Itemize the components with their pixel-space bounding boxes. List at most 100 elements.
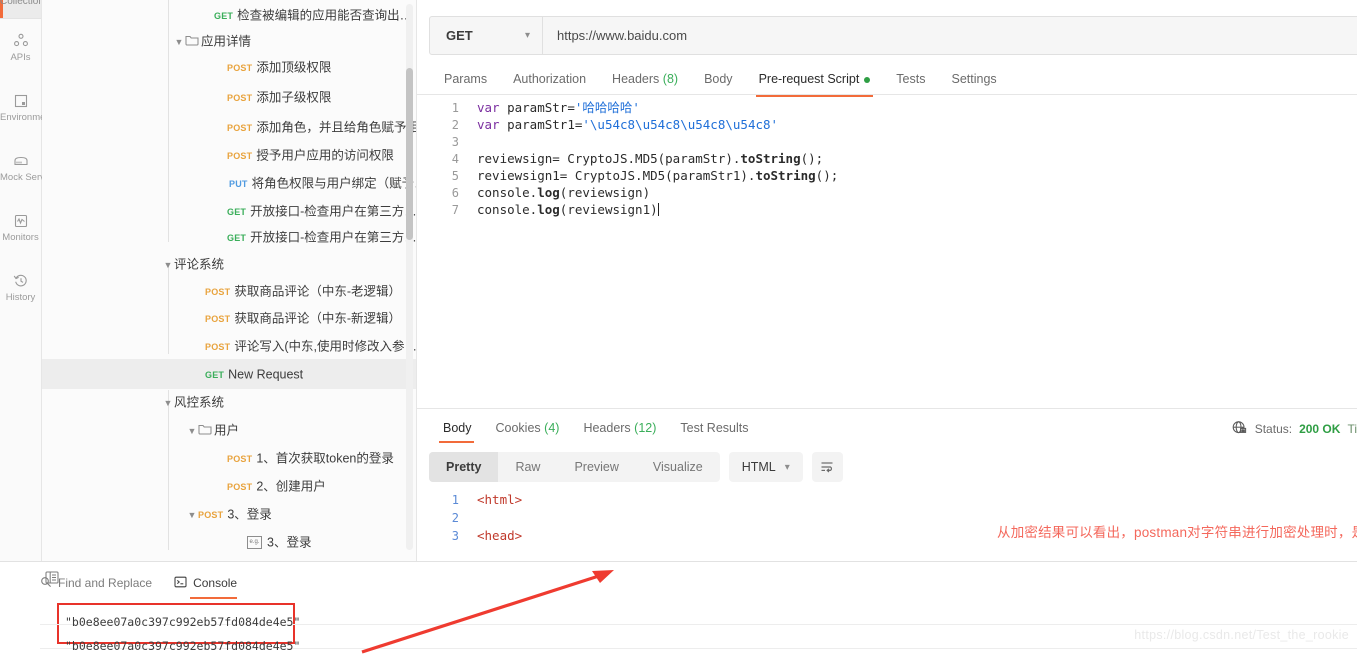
status-label: Status: — [1254, 422, 1293, 436]
tree-item-selected[interactable]: GET New Request — [42, 359, 416, 389]
tree-item[interactable]: POST 添加子级权限 — [42, 82, 416, 112]
response-tab-count: (4) — [544, 421, 560, 435]
tree-item[interactable]: POST 获取商品评论（中东-老逻辑） — [42, 276, 416, 306]
main-row: Collections APIs Environments — [0, 0, 1357, 561]
markup-token: <html> — [477, 492, 523, 507]
code-token: log — [537, 185, 560, 200]
tree-item-label: 授予用户应用的访问权限 — [256, 148, 394, 163]
request-tab-authorization[interactable]: Authorization — [500, 64, 599, 94]
response-view-raw[interactable]: Raw — [498, 452, 557, 482]
tree-item-label: 评论写入(中东,使用时修改入参… — [234, 339, 417, 354]
tree-item-label: 开放接口-检查用户在第三方… — [250, 230, 417, 245]
tree-item[interactable]: POST 授予用户应用的访问权限 — [42, 140, 416, 170]
code-token: (); — [800, 151, 824, 166]
console-line: "b0e8ee07a0c397c992eb57fd084de4e5" — [65, 639, 301, 653]
example-icon: e.g. — [247, 536, 262, 550]
response-status: Status: 200 OK Ti — [1231, 419, 1357, 439]
chevron-down-icon[interactable]: ▼ — [162, 388, 174, 417]
request-tab-label: Settings — [951, 72, 997, 86]
response-view-preview[interactable]: Preview — [557, 452, 635, 482]
code-token: console. — [477, 185, 538, 200]
sidebar-item-apis[interactable]: APIs — [0, 30, 41, 63]
request-tabs: Params Authorization Headers (8) Body Pre-re… — [429, 64, 1010, 97]
request-tab-label: Authorization — [513, 72, 587, 86]
folder-icon — [198, 416, 214, 445]
response-view-pretty[interactable]: Pretty — [429, 452, 499, 482]
tree-item[interactable]: POST 添加顶级权限 — [42, 52, 416, 82]
text-caret — [657, 203, 659, 216]
sidebar-item-monitors[interactable]: Monitors — [0, 210, 41, 243]
chevron-down-icon[interactable]: ▼ — [186, 416, 198, 445]
response-format-selector[interactable]: HTML ▾ — [728, 452, 803, 482]
monitors-icon — [0, 210, 41, 230]
request-tabs-divider — [417, 94, 1357, 95]
sidebar-scrollbar-thumb[interactable] — [406, 68, 413, 240]
request-tab-tests[interactable]: Tests — [883, 64, 938, 94]
find-and-replace-label: Find and Replace — [58, 576, 153, 590]
console-tab[interactable]: Console — [174, 570, 238, 599]
tree-item[interactable]: POST 获取商品评论（中东-新逻辑） — [42, 303, 416, 333]
sidebar-item-history[interactable]: History — [0, 270, 41, 303]
tree-item-label: 风控系统 — [174, 395, 225, 410]
response-tab-label: Test Results — [680, 421, 749, 435]
wrap-lines-button[interactable] — [811, 452, 843, 482]
response-view-visualize[interactable]: Visualize — [636, 452, 720, 482]
tree-item[interactable]: ▼ POST 3、登录 — [42, 499, 416, 529]
request-tab-label: Pre-request Script — [758, 72, 860, 86]
tree-item[interactable]: GET 开放接口-检查用户在第三方… — [42, 222, 417, 252]
tree-item[interactable]: ▼ 用户 — [42, 415, 416, 445]
code-token: '哈哈哈哈' — [574, 100, 640, 115]
watermark: https://blog.csdn.net/Test_the_rookie — [1134, 628, 1349, 642]
tree-item-label: 3、登录 — [267, 535, 312, 550]
http-verb-label: POST — [205, 286, 231, 297]
tree-item-label: 用户 — [214, 423, 240, 438]
rail-collections-label: Collections — [0, 0, 41, 7]
request-tab-label: Body — [704, 72, 733, 86]
request-tab-pre-request-script[interactable]: Pre-request Script — [746, 64, 884, 97]
tree-item[interactable]: ▼ 评论系统 — [42, 249, 416, 279]
chevron-down-icon: ▾ — [524, 30, 530, 41]
method-selector[interactable]: GET ▾ — [430, 17, 543, 54]
bottom-toolbar: Find and Replace Console — [40, 570, 238, 599]
sidebar-item-apis-label: APIs — [10, 52, 31, 63]
url-input[interactable]: https://www.baidu.com — [543, 17, 1357, 54]
tree-item[interactable]: POST 2、创建用户 — [42, 471, 416, 501]
request-tab-headers[interactable]: Headers (8) — [599, 64, 691, 94]
tree-item-label: 开放接口-检查用户在第三方… — [250, 204, 417, 219]
line-number: 2 — [451, 511, 459, 525]
sidebar-item-environments[interactable]: Environments — [0, 90, 58, 123]
sidebar-item-mock-servers[interactable]: Mock Servers — [0, 150, 59, 183]
tree-item-label: 检查被编辑的应用能否查询出… — [237, 8, 413, 23]
request-tab-body[interactable]: Body — [691, 64, 746, 94]
tree-item[interactable]: POST 1、首次获取token的登录 — [42, 443, 416, 473]
code-line: 7 console.log(reviewsign1) — [429, 201, 1357, 218]
tree-item[interactable]: POST 添加角色，并且给角色赋予相… — [42, 112, 416, 142]
tree-item-label: 1、首次获取token的登录 — [256, 451, 394, 466]
tree-item[interactable]: PUT 将角色权限与用户绑定（赋予… — [42, 168, 416, 198]
status-value: 200 OK — [1299, 422, 1341, 436]
left-icon-rail: Collections APIs Environments — [0, 0, 59, 561]
tree-item[interactable]: e.g. 3、登录 — [42, 527, 416, 557]
sidebar-item-monitors-label: Monitors — [2, 232, 39, 243]
response-tab-body[interactable]: Body — [429, 415, 484, 443]
request-tab-params[interactable]: Params — [429, 64, 500, 94]
code-token: var — [477, 100, 508, 115]
rail-collections-active[interactable]: Collections — [0, 0, 41, 19]
line-number: 3 — [451, 135, 459, 149]
tree-item[interactable]: ▼ 风控系统 — [42, 387, 416, 417]
history-icon — [0, 270, 41, 290]
chevron-down-icon[interactable]: ▼ — [162, 250, 174, 279]
http-verb-label: POST — [227, 92, 253, 103]
response-tab-cookies[interactable]: Cookies (4) — [484, 415, 572, 441]
tree-item[interactable]: POST 评论写入(中东,使用时修改入参… — [42, 331, 417, 361]
code-line: 2 var paramStr1='\u54c8\u54c8\u54c8\u54c8… — [429, 116, 1357, 133]
request-tab-count: (8) — [662, 72, 679, 86]
request-tab-settings[interactable]: Settings — [938, 64, 1009, 94]
chevron-down-icon[interactable]: ▼ — [186, 500, 198, 529]
response-tab-headers[interactable]: Headers (12) — [571, 415, 668, 441]
response-tab-test-results[interactable]: Test Results — [668, 415, 760, 441]
pre-request-script-editor[interactable]: 1 var paramStr='哈哈哈哈' 2 var paramStr1='\u54… — [429, 99, 1357, 399]
sidebar-item-mock-servers-label: Mock Servers — [0, 172, 59, 183]
toggle-sidebar-icon[interactable] — [45, 571, 59, 587]
tree-item-label: 3、登录 — [227, 507, 272, 522]
